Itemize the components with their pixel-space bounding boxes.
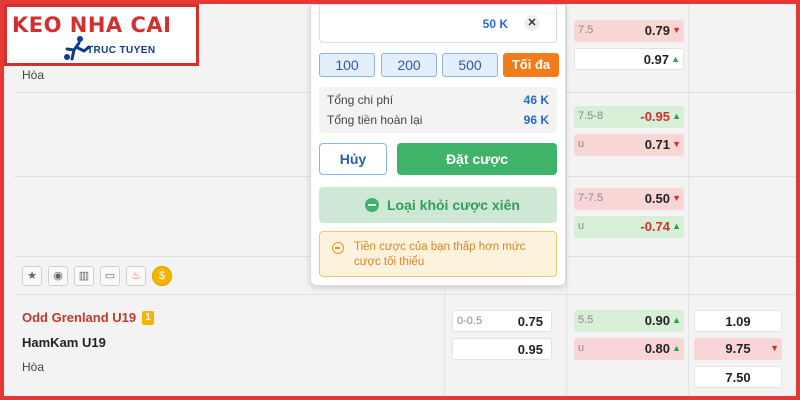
fire-icon[interactable]: ♨	[126, 266, 146, 286]
quick-amount-500[interactable]: 500	[442, 53, 498, 77]
home-team[interactable]: Odd Grenland U19	[22, 310, 136, 325]
over-cell[interactable]: 5.5 0.90 ▲	[574, 310, 684, 332]
arrow-down-icon: ▼	[770, 343, 779, 353]
card-badge: 1	[142, 311, 154, 325]
stake-amount: 50 K	[482, 17, 508, 31]
odds-cell[interactable]: u -0.74 ▲	[574, 216, 684, 238]
logo-subtitle: TRUC TUYEN	[87, 45, 156, 56]
handicap-line: 7-7.5	[578, 192, 604, 204]
odds-cell[interactable]: 7.5-8 -0.95 ▲	[574, 106, 684, 128]
remove-label: Loại khỏi cược xiên	[387, 197, 520, 213]
odds-value: 0.95	[517, 342, 543, 357]
row-divider	[14, 294, 796, 295]
odds-cell[interactable]: 0.97 ▲	[574, 48, 684, 70]
star-icon[interactable]: ★	[22, 266, 42, 286]
odds-value: 0.80	[644, 341, 670, 356]
odds-value: 0.71	[644, 137, 670, 152]
arrow-up-icon: ▲	[672, 111, 681, 121]
stake-input[interactable]: 50 K ✕	[319, 5, 557, 43]
handicap-line: 7.5	[578, 24, 594, 36]
odds-value: -0.74	[640, 219, 670, 234]
1x2-home-cell[interactable]: 1.09	[694, 310, 782, 332]
odds-value: 7.50	[725, 370, 751, 385]
bet-summary: Tổng chi phí 46 K Tổng tiền hoàn lại 96 …	[319, 87, 557, 133]
cancel-button[interactable]: Hủy	[319, 143, 387, 175]
handicap-line: 7.5-8	[578, 110, 604, 122]
handicap-line: u	[578, 342, 585, 354]
odds-value: 0.90	[644, 313, 670, 328]
odds-value: 0.79	[644, 23, 670, 38]
column-divider	[688, 4, 689, 396]
field-icon[interactable]: ▭	[100, 266, 120, 286]
arrow-down-icon: ▼	[672, 139, 681, 149]
place-bet-button[interactable]: Đặt cược	[397, 143, 557, 175]
odds-value: -0.95	[640, 109, 670, 124]
odds-value: 9.75	[725, 341, 751, 356]
draw-label: Hòa	[22, 68, 45, 82]
handicap-line: u	[578, 138, 585, 150]
eye-icon[interactable]: ◉	[48, 266, 68, 286]
away-team[interactable]: HamKam U19	[22, 335, 106, 350]
warning-icon	[332, 242, 344, 254]
min-stake-warning: Tiền cược của bạn thấp hơn mức cược tối …	[319, 231, 557, 277]
odds-cell[interactable]: u 0.71 ▼	[574, 134, 684, 156]
total-cost-label: Tổng chi phí	[327, 93, 394, 107]
column-divider	[566, 4, 567, 396]
bet-slip-panel: 50 K ✕ 100 200 500 Tối đa Tổng chi phí 4…	[310, 4, 566, 286]
handicap-away-cell[interactable]: 0.95	[452, 338, 552, 360]
odds-value: 1.09	[725, 314, 751, 329]
total-return-value: 96 K	[523, 113, 549, 127]
total-return-label: Tổng tiền hoàn lại	[327, 113, 423, 127]
handicap-line: u	[578, 220, 585, 232]
odds-value: 0.50	[644, 191, 670, 206]
handicap-home-cell[interactable]: 0-0.5 0.75	[452, 310, 552, 332]
quick-amount-100[interactable]: 100	[319, 53, 375, 77]
minus-circle-icon	[365, 198, 379, 212]
site-logo: KEO NHA CAI TRUC TUYEN	[4, 4, 199, 66]
max-stake-button[interactable]: Tối đa	[503, 53, 559, 77]
draw-label: Hòa	[22, 360, 45, 374]
logo-title: KEO NHA CAI	[12, 13, 172, 37]
arrow-up-icon: ▲	[672, 221, 681, 231]
coin-icon[interactable]: $	[152, 266, 172, 286]
arrow-up-icon: ▲	[671, 54, 680, 64]
1x2-away-cell[interactable]: 9.75 ▼	[694, 338, 782, 360]
odds-value: 0.75	[517, 314, 543, 329]
under-cell[interactable]: u 0.80 ▲	[574, 338, 684, 360]
quick-amount-200[interactable]: 200	[381, 53, 437, 77]
close-icon[interactable]: ✕	[524, 15, 540, 31]
odds-value: 0.97	[643, 52, 669, 67]
remove-from-parlay-button[interactable]: Loại khỏi cược xiên	[319, 187, 557, 223]
total-cost-value: 46 K	[523, 93, 549, 107]
odds-cell[interactable]: 7.5 0.79 ▼	[574, 20, 684, 42]
1x2-draw-cell[interactable]: 7.50	[694, 366, 782, 388]
arrow-down-icon: ▼	[672, 193, 681, 203]
arrow-down-icon: ▼	[672, 25, 681, 35]
arrow-up-icon: ▲	[672, 343, 681, 353]
handicap-line: 5.5	[578, 314, 594, 326]
warning-text: Tiền cược của bạn thấp hơn mức cược tối …	[354, 241, 526, 268]
handicap-line: 0-0.5	[457, 315, 483, 327]
odds-cell[interactable]: 7-7.5 0.50 ▼	[574, 188, 684, 210]
stats-icon[interactable]: ▥	[74, 266, 94, 286]
arrow-up-icon: ▲	[672, 315, 681, 325]
